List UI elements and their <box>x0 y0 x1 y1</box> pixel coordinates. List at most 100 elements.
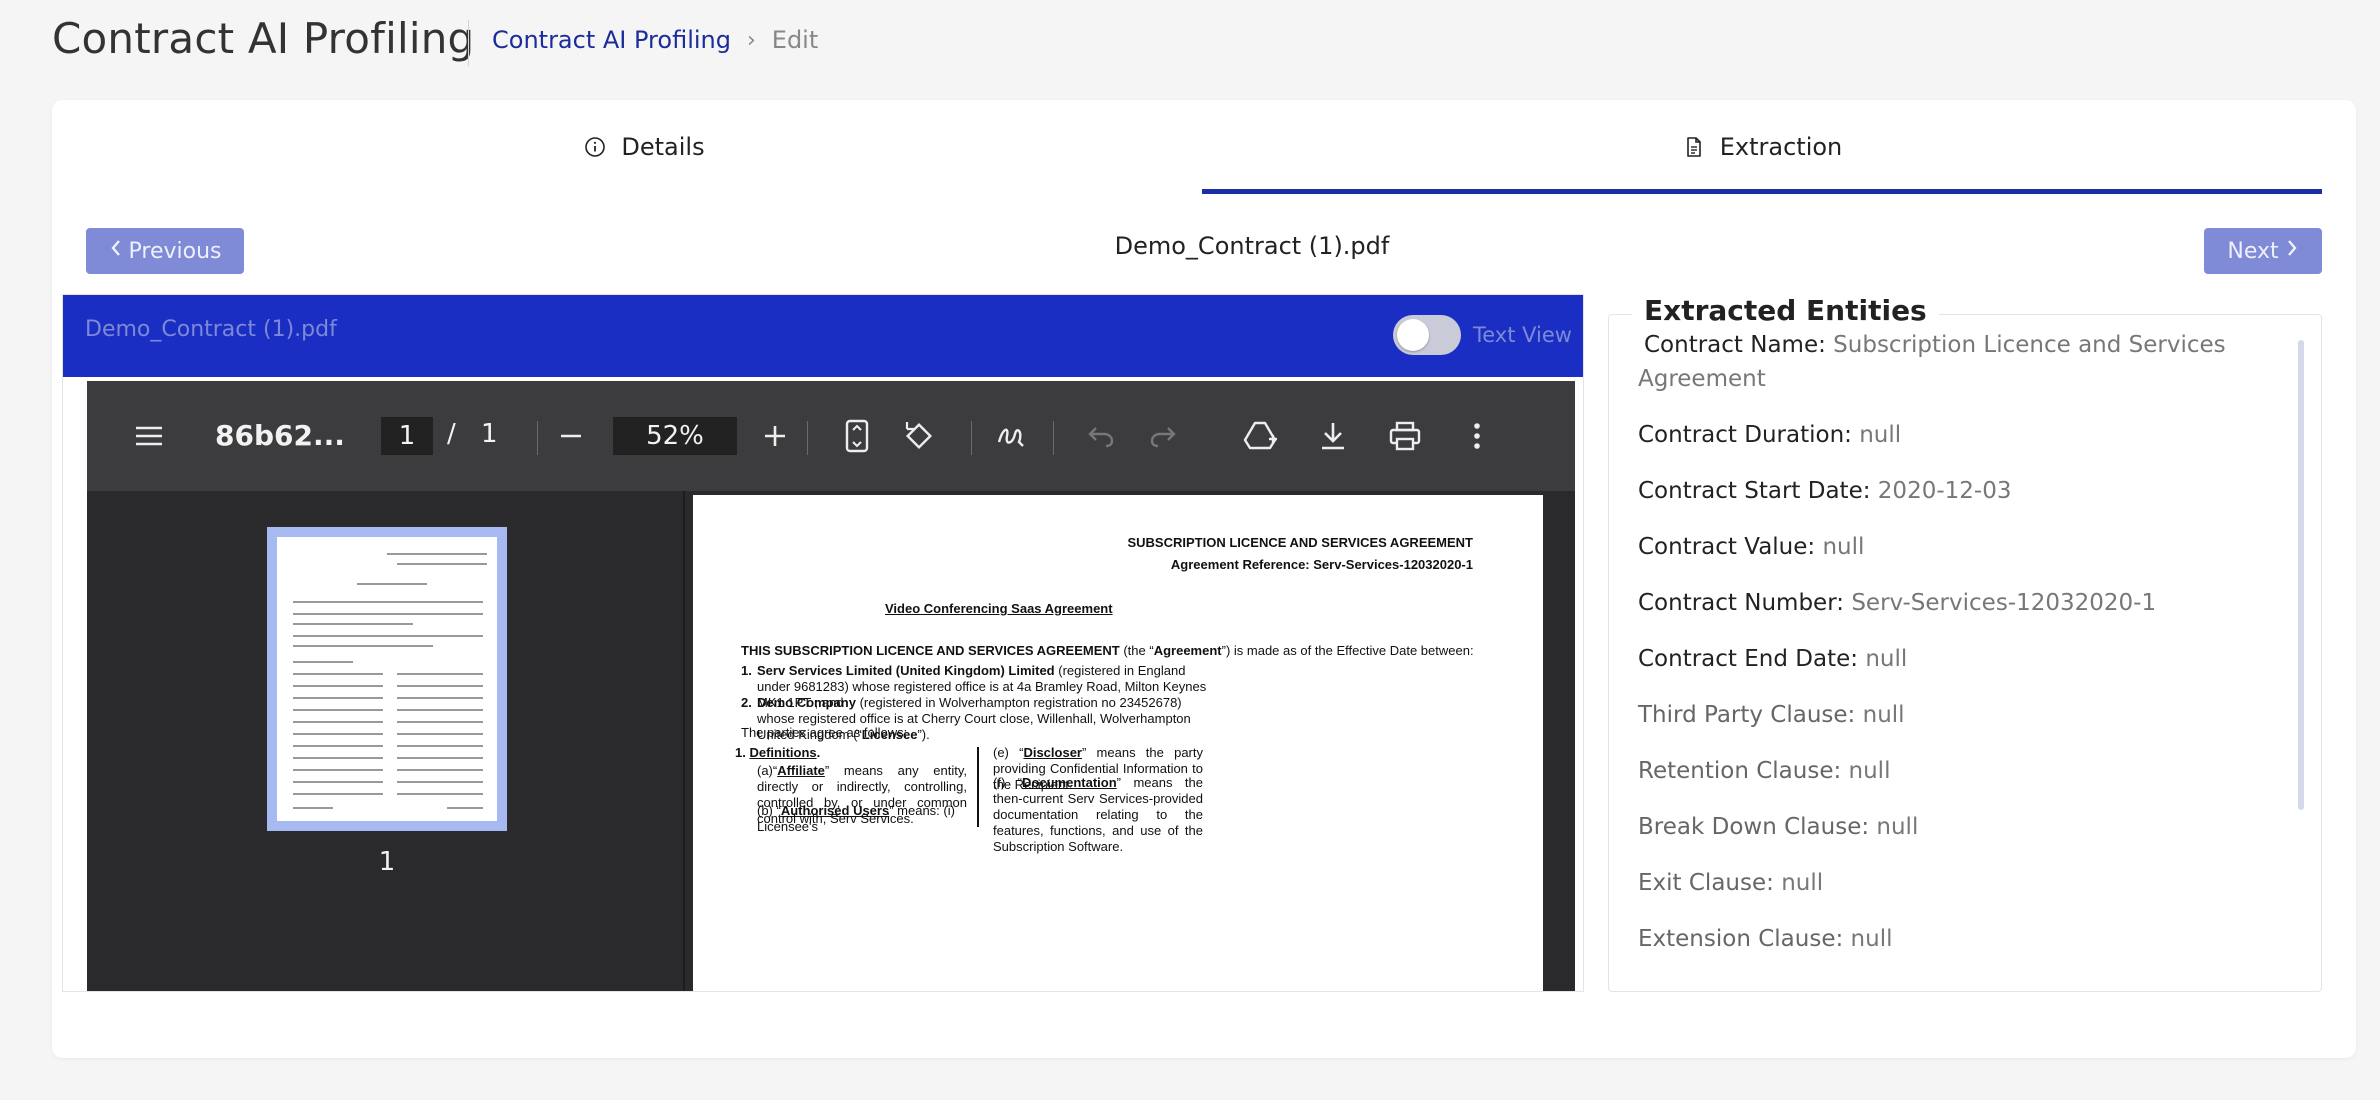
entity-extension-clause: Extension Clause: null <box>1638 922 2278 956</box>
doc-definitions-num: 1. <box>735 745 746 760</box>
doc-intro-c: Agreement <box>1153 643 1222 658</box>
entity-value: null <box>1850 926 1893 952</box>
chevron-left-icon <box>109 238 123 264</box>
entities-list: Contract Name: Subscription Licence and … <box>1638 328 2278 978</box>
next-label: Next <box>2227 238 2279 264</box>
tab-extraction-label: Extraction <box>1719 133 1843 161</box>
entity-value: null <box>1781 870 1824 896</box>
doc-def-a-label: (a)“ <box>757 763 778 778</box>
fit-page-icon[interactable] <box>837 416 877 456</box>
thumbnail-page-number: 1 <box>378 847 396 877</box>
entity-key: Contract Value: <box>1638 534 1816 560</box>
zoom-out-icon[interactable] <box>551 416 591 456</box>
pdf-frame: 86b62... 1 / 1 52% 1 SUBSCRIPTION LICENC… <box>87 381 1575 991</box>
doc-party1-name: Serv Services Limited (United Kingdom) L… <box>757 663 1055 678</box>
pdf-toolbar: 86b62... 1 / 1 52% <box>87 381 1575 491</box>
tab-details[interactable]: Details <box>86 100 1202 194</box>
page-thumbnail[interactable] <box>267 527 507 831</box>
doc-party2-num: 2. <box>741 695 752 710</box>
entity-contract-number: Contract Number: Serv-Services-12032020-… <box>1638 586 2278 620</box>
entity-value: null <box>1848 758 1891 784</box>
doc-def-f-label: (f) “ <box>993 775 1023 790</box>
thumbnail-pane: 1 <box>87 491 685 991</box>
doc-subtitle: Video Conferencing Saas Agreement <box>885 601 1113 616</box>
next-button[interactable]: Next <box>2204 228 2322 274</box>
doc-parties-agree: The parties agree as follows: <box>741 725 908 740</box>
doc-definitions-dot: . <box>816 745 821 760</box>
text-view-label: Text View <box>1473 323 1572 347</box>
doc-title: SUBSCRIPTION LICENCE AND SERVICES AGREEM… <box>1127 535 1473 550</box>
tab-extraction[interactable]: Extraction <box>1202 100 2322 194</box>
redo-icon[interactable] <box>1143 416 1183 456</box>
entity-contract-duration: Contract Duration: null <box>1638 418 2278 452</box>
doc-party2-name: Demo Company <box>757 695 856 710</box>
entity-value: null <box>1876 814 1919 840</box>
tab-details-label: Details <box>621 133 705 161</box>
add-to-drive-icon[interactable] <box>1241 416 1281 456</box>
previous-button[interactable]: Previous <box>86 228 244 274</box>
viewer-header: Demo_Contract (1).pdf Text View <box>63 295 1583 377</box>
column-rule <box>977 747 979 827</box>
viewer-header-title: Demo_Contract (1).pdf <box>85 317 337 342</box>
print-icon[interactable] <box>1385 416 1425 456</box>
doc-definitions: 1. Definitions. <box>735 745 820 761</box>
entity-contract-name: Contract Name: Subscription Licence and … <box>1638 328 2278 396</box>
info-icon <box>583 135 607 159</box>
download-icon[interactable] <box>1313 416 1353 456</box>
doc-def-e-term: Discloser <box>1023 745 1082 760</box>
tab-bar: Details Extraction <box>86 100 2322 194</box>
document-icon <box>1682 135 1706 159</box>
zoom-level[interactable]: 52% <box>613 417 737 455</box>
chevron-right-icon <box>2285 238 2299 264</box>
entity-contract-value: Contract Value: null <box>1638 530 2278 564</box>
toolbar-divider <box>971 421 972 455</box>
entities-scrollbar[interactable] <box>2298 340 2304 810</box>
draw-icon[interactable] <box>991 416 1031 456</box>
undo-icon[interactable] <box>1081 416 1121 456</box>
entity-value: null <box>1822 534 1865 560</box>
breadcrumb-link[interactable]: Contract AI Profiling <box>492 26 731 54</box>
breadcrumb-current: Edit <box>771 26 819 54</box>
entity-key: Break Down Clause: <box>1638 814 1870 840</box>
toggle-knob <box>1397 319 1429 351</box>
entity-third-party-clause: Third Party Clause: null <box>1638 698 2278 732</box>
entity-contract-end-date: Contract End Date: null <box>1638 642 2278 676</box>
doc-def-b-label: (b) “ <box>757 803 781 818</box>
page-slash: / <box>447 419 456 449</box>
entity-key: Contract Number: <box>1638 590 1844 616</box>
entity-key: Exit Clause: <box>1638 870 1774 896</box>
entity-key: Third Party Clause: <box>1638 702 1856 728</box>
doc-def-b-term: Authorised Users <box>780 803 890 818</box>
doc-intro-b: (the “ <box>1119 643 1154 658</box>
entity-value: Serv-Services-12032020-1 <box>1851 590 2157 616</box>
pdf-page: SUBSCRIPTION LICENCE AND SERVICES AGREEM… <box>693 495 1543 991</box>
doc-def-a-term: Affiliate <box>777 763 825 778</box>
doc-intro-a: THIS SUBSCRIPTION LICENCE AND SERVICES A… <box>741 643 1120 658</box>
menu-icon[interactable] <box>129 416 169 456</box>
current-file-name: Demo_Contract (1).pdf <box>1114 232 1390 260</box>
breadcrumb: Contract AI Profiling › Edit <box>492 26 818 54</box>
entity-retention-clause: Retention Clause: null <box>1638 754 2278 788</box>
entity-key: Extension Clause: <box>1638 926 1844 952</box>
entity-value: null <box>1859 422 1902 448</box>
doc-reference: Agreement Reference: Serv-Services-12032… <box>1170 557 1473 572</box>
doc-def-e-label: (e) “ <box>993 745 1024 760</box>
title-divider <box>468 20 469 66</box>
main-card: Details Extraction Previous Demo_Contrac… <box>52 100 2356 1058</box>
page-number-input[interactable]: 1 <box>381 417 433 455</box>
zoom-in-icon[interactable] <box>755 416 795 456</box>
toolbar-divider <box>1053 421 1054 455</box>
entity-value: 2020-12-03 <box>1877 478 2012 504</box>
entity-key: Contract Start Date: <box>1638 478 1871 504</box>
doc-def-f: (f) “Documentation” means the then-curre… <box>993 775 1203 855</box>
page-pane: SUBSCRIPTION LICENCE AND SERVICES AGREEM… <box>687 491 1575 991</box>
page-title: Contract AI Profiling <box>52 14 475 63</box>
text-view-toggle[interactable] <box>1393 315 1461 355</box>
doc-party2-end: ”). <box>917 727 930 742</box>
doc-definitions-label: Definitions <box>749 745 817 760</box>
entity-break-down-clause: Break Down Clause: null <box>1638 810 2278 844</box>
rotate-icon[interactable] <box>899 416 939 456</box>
doc-party1-num: 1. <box>741 663 752 678</box>
more-options-icon[interactable] <box>1457 416 1497 456</box>
entity-key: Contract End Date: <box>1638 646 1858 672</box>
